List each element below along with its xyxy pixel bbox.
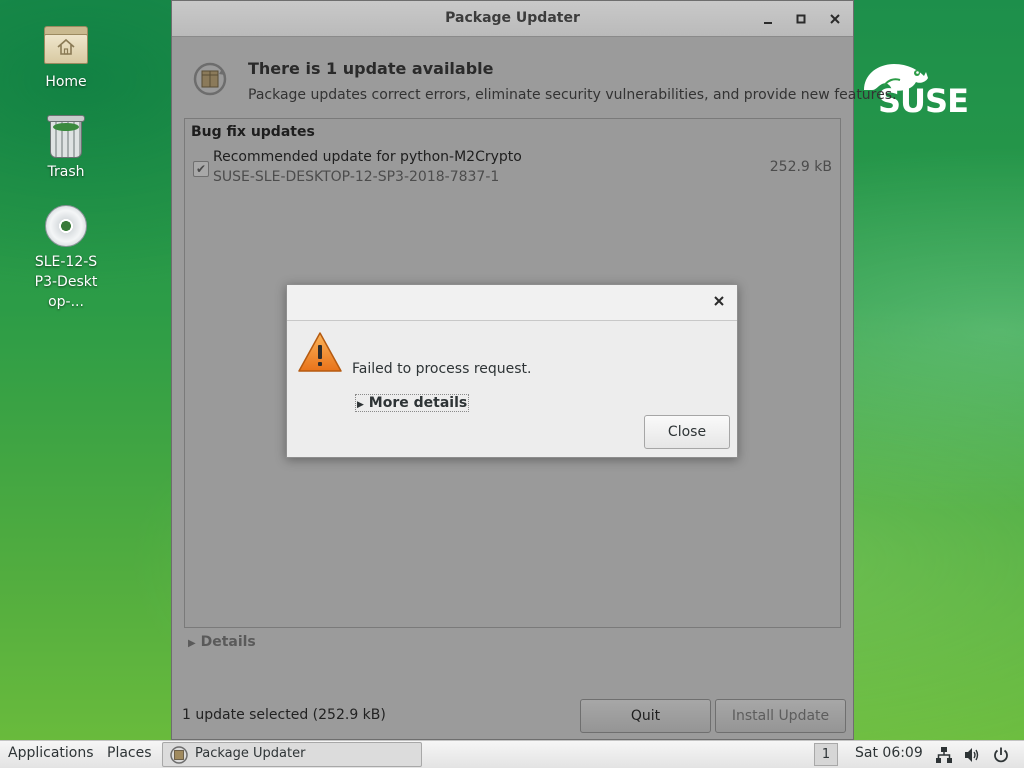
volume-icon[interactable]	[963, 746, 981, 764]
warning-icon	[297, 331, 343, 373]
taskbar-window-label: Package Updater	[195, 746, 306, 761]
desktop-icon-dvd[interactable]: SLE-12-SP3-Desktop-...	[22, 202, 110, 312]
window-title: Package Updater	[445, 10, 580, 26]
power-icon[interactable]	[992, 746, 1010, 764]
home-folder-icon	[42, 22, 90, 70]
package-update-icon	[192, 61, 228, 97]
minimize-button[interactable]	[758, 9, 778, 29]
package-update-icon	[169, 745, 189, 765]
dialog-close-icon[interactable]	[711, 293, 727, 313]
workspace-switcher[interactable]: 1	[814, 743, 838, 766]
maximize-button[interactable]	[791, 9, 811, 29]
error-message: Failed to process request.	[352, 361, 532, 377]
update-title[interactable]: Recommended update for python-M2Crypto	[213, 149, 522, 165]
dialog-titlebar[interactable]	[287, 285, 737, 321]
close-window-button[interactable]	[825, 9, 845, 29]
window-titlebar[interactable]: Package Updater	[172, 1, 853, 37]
details-expander[interactable]: ▶ Details	[188, 634, 256, 650]
quit-button[interactable]: Quit	[580, 699, 711, 733]
updates-description: Package updates correct errors, eliminat…	[248, 87, 897, 103]
details-label: Details	[200, 634, 256, 650]
clock[interactable]: Sat 06:09	[855, 745, 923, 761]
selection-status: 1 update selected (252.9 kB)	[182, 707, 386, 723]
category-header: Bug fix updates	[191, 124, 315, 140]
desktop-icon-label: Trash	[47, 164, 85, 180]
error-dialog: Failed to process request. ▶ More detail…	[286, 284, 738, 458]
desktop-icon-trash[interactable]: Trash	[22, 112, 110, 182]
desktop-icon-home[interactable]: Home	[22, 22, 110, 92]
taskbar: Applications Places Package Updater 1 Sa…	[0, 740, 1024, 768]
expander-arrow-icon: ▶	[188, 638, 196, 649]
install-update-button[interactable]: Install Update	[715, 699, 846, 733]
update-checkbox[interactable]: ✔	[193, 161, 209, 177]
desktop-icon-label: SLE-12-SP3-Desktop-...	[34, 254, 98, 310]
applications-menu[interactable]: Applications	[8, 745, 94, 761]
update-id: SUSE-SLE-DESKTOP-12-SP3-2018-7837-1	[213, 169, 500, 185]
dialog-close-button[interactable]: Close	[644, 415, 730, 449]
updates-available-heading: There is 1 update available	[248, 59, 494, 78]
network-icon[interactable]	[935, 746, 953, 764]
update-size: 252.9 kB	[769, 159, 832, 175]
more-details-label: More details	[368, 395, 468, 411]
trash-icon	[42, 112, 90, 160]
places-menu[interactable]: Places	[107, 745, 152, 761]
taskbar-window-button[interactable]: Package Updater	[162, 742, 422, 767]
desktop-icon-label: Home	[45, 74, 87, 90]
optical-disc-icon	[42, 202, 90, 250]
more-details-expander[interactable]: ▶ More details	[355, 394, 470, 412]
expander-arrow-icon: ▶	[357, 400, 364, 410]
